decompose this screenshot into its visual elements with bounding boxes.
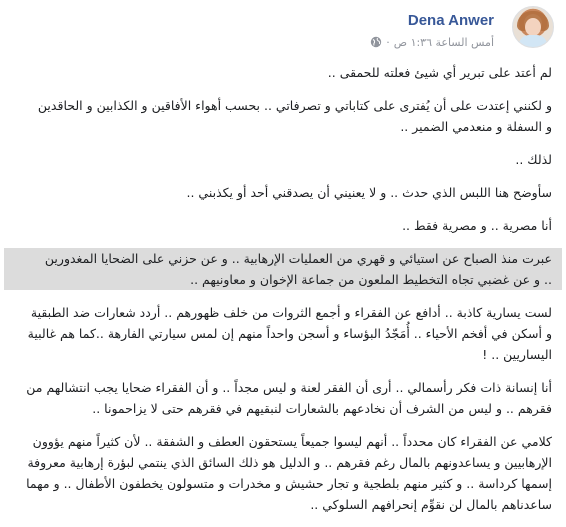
post-line: أنا إنسانة ذات فكر رأسمالي .. أرى أن الف… (26, 380, 552, 395)
post-paragraph: سأوضح هنا اللبس الذي حدث .. و لا يعنيني … (14, 182, 553, 203)
avatar-shirt (519, 35, 547, 47)
post-line: لذلك .. (515, 152, 552, 167)
post-line: أنا مصرية .. و مصرية فقط .. (402, 218, 552, 233)
post-line: اليساريين .. ! (482, 347, 552, 362)
post-paragraph: لم أعتد على تبرير أي شيئ فعلته للحمقى .. (14, 62, 552, 83)
meta-separator: · (386, 35, 390, 49)
post-line: سأوضح هنا اللبس الذي حدث .. و لا يعنيني … (186, 185, 553, 200)
post-line: فقرهم .. و ليس من الشرف أن نخادعهم بالشع… (92, 401, 552, 416)
avatar[interactable] (512, 6, 554, 48)
post-line: لم أعتد على تبرير أي شيئ فعلته للحمقى .. (327, 65, 552, 80)
post-timestamp[interactable]: أمس الساعة ١:٣٦ ص (394, 36, 494, 49)
highlighted-paragraph: عبرت منذ الصباح عن استيائي و قهري من الع… (4, 248, 562, 290)
post-paragraph: و لكنني إعتدت على أن يُفترى على كتاباتي … (14, 95, 552, 137)
post-line: و لكنني إعتدت على أن يُفترى على كتاباتي … (37, 98, 552, 113)
post-line: و أسكن في أفخم الأحياء .. أُمَجّدُ البؤس… (27, 326, 552, 341)
post-paragraph: أنا إنسانة ذات فكر رأسمالي .. أرى أن الف… (14, 377, 552, 419)
post-meta: أمس الساعة ١:٣٦ ص · (370, 34, 494, 50)
post-line: كلامي عن الفقراء كان محدداً .. أنهم ليسو… (32, 434, 552, 449)
post-header: Dena Anwer أمس الساعة ١:٣٦ ص · (0, 0, 566, 62)
post-paragraph: كلامي عن الفقراء كان محدداً .. أنهم ليسو… (14, 431, 552, 515)
post-paragraph: أنا مصرية .. و مصرية فقط .. (14, 215, 552, 236)
post-paragraph: لست يسارية كاذبة .. أدافع عن الفقراء و أ… (14, 302, 552, 365)
author-name[interactable]: Dena Anwer (408, 12, 494, 29)
post-line: و السفلة و منعدمي الضمير .. (400, 119, 552, 134)
avatar-face (525, 18, 541, 36)
post-line: الإرهابيين و يساعدونهم بالمال رغم فقرهم … (27, 455, 552, 470)
post-line: لست يسارية كاذبة .. أدافع عن الفقراء و أ… (30, 305, 552, 320)
post-line: إسمها كرداسة .. و كثير منهم بلطجية و تجا… (26, 476, 552, 491)
post-line: .. و عن غضبي تجاه التخطيط الملعون من جما… (190, 272, 552, 287)
globe-icon[interactable] (370, 36, 382, 48)
post-line: ساعدناهم بالمال لن نقوِّم إنحرافهم السلو… (310, 497, 552, 512)
post-paragraph: لذلك .. (14, 149, 552, 170)
post-body: لم أعتد على تبرير أي شيئ فعلته للحمقى ..… (4, 62, 562, 527)
post-line: عبرت منذ الصباح عن استيائي و قهري من الع… (44, 251, 552, 266)
